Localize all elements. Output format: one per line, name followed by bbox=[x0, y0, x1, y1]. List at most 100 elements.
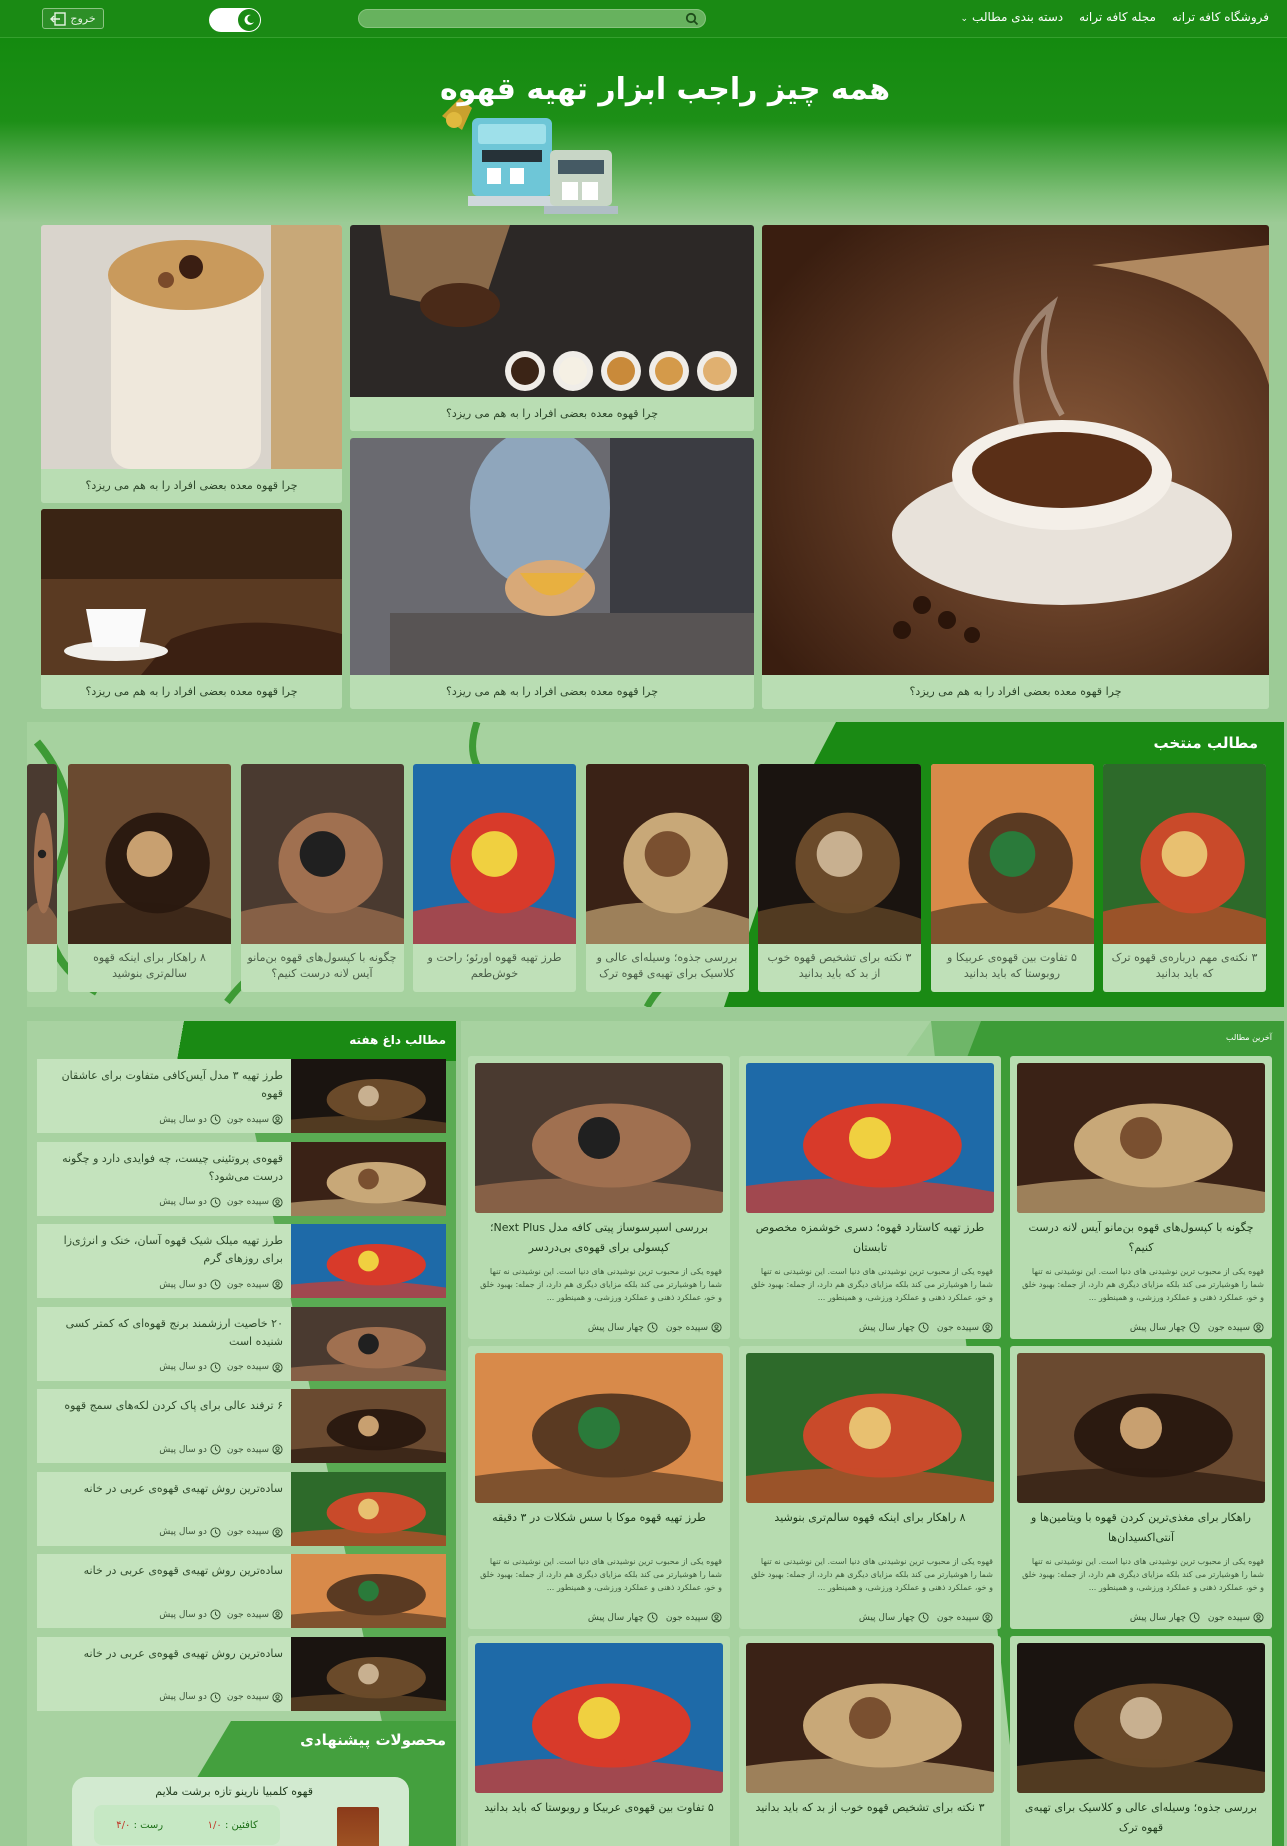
post-image bbox=[475, 1063, 723, 1213]
author-name: سپیده جون bbox=[936, 1612, 979, 1623]
post-card[interactable]: چگونه با کپسول‌های قهوه بن‌مانو آیس لانه… bbox=[1010, 1056, 1272, 1339]
post-card[interactable]: بررسی اسپرسوساز پیتی کافه مدل Next Plus؛… bbox=[468, 1056, 730, 1339]
caffeine-value: ۱/۰ bbox=[207, 1819, 222, 1831]
pick-card[interactable]: ۳ نکته برای تشخیص قهوه خوب از بد که باید… bbox=[758, 764, 921, 992]
editors-picks-section: مطالب منتخب ‹ ۳ نکته‌ی مهم درباره‌ی قهوه… bbox=[27, 722, 1284, 1007]
featured-tile[interactable]: چرا قهوه معده بعضی افراد را به هم می ریز… bbox=[350, 225, 754, 431]
post-excerpt: قهوه یکی از محبوب ترین نوشیدنی های دنیا … bbox=[480, 1267, 722, 1302]
post-title: ۵ تفاوت بین قهوه‌ی عربیکا و روبوستا که ب… bbox=[484, 1801, 714, 1814]
post-card[interactable]: طرز تهیه قهوه موکا با سس شکلات در ۳ دقیق… bbox=[468, 1346, 730, 1629]
weekly-item[interactable]: ۲۰ خاصیت ارزشمند برنج قهوه‌ای که کمتر کس… bbox=[37, 1306, 446, 1381]
featured-tile[interactable]: چرا قهوه معده بعضی افراد را به هم می ریز… bbox=[41, 225, 342, 503]
user-icon bbox=[272, 1279, 283, 1290]
weekly-item[interactable]: قهوه‌ی پروتئینی چیست، چه فوایدی دارد و چ… bbox=[37, 1141, 446, 1216]
post-time: چهار سال پیش bbox=[858, 1612, 915, 1623]
user-icon bbox=[711, 1322, 722, 1333]
post-time: دو سال پیش bbox=[159, 1114, 207, 1125]
weekly-image bbox=[291, 1306, 446, 1381]
post-title: چگونه با کپسول‌های قهوه بن‌مانو آیس لانه… bbox=[1028, 1221, 1254, 1254]
pick-image bbox=[27, 764, 57, 944]
product-card[interactable]: قهوه کلمبیا نارینو تازه برشت ملایم کافئی… bbox=[72, 1777, 409, 1846]
post-meta: سپیده جون چهار سال پیش bbox=[588, 1612, 722, 1623]
weekly-item-title: ۲۰ خاصیت ارزشمند برنج قهوه‌ای که کمتر کس… bbox=[65, 1316, 283, 1348]
clock-icon bbox=[210, 1196, 221, 1208]
featured-caption: چرا قهوه معده بعضی افراد را به هم می ریز… bbox=[350, 397, 754, 431]
author-name: سپیده جون bbox=[1207, 1612, 1250, 1623]
featured-tile[interactable]: چرا قهوه معده بعضی افراد را به هم می ریز… bbox=[350, 438, 754, 709]
post-card[interactable]: ۳ نکته برای تشخیص قهوه خوب از بد که باید… bbox=[739, 1636, 1001, 1846]
post-card[interactable]: طرز تهیه کاستارد قهوه؛ دسری خوشمزه مخصوص… bbox=[739, 1056, 1001, 1339]
caffeine-attr: کافئین : ۱/۰ bbox=[208, 1820, 258, 1831]
weekly-item[interactable]: طرز تهیه میلک شیک قهوه آسان، خنک و انرژی… bbox=[37, 1224, 446, 1298]
post-title: بررسی اسپرسوساز پیتی کافه مدل Next Plus؛… bbox=[489, 1221, 709, 1254]
featured-caption: چرا قهوه معده بعضی افراد را به هم می ریز… bbox=[350, 675, 754, 709]
pick-card[interactable]: چگونه با کپسول‌های قهوه بن‌مانو آیس لانه… bbox=[240, 764, 404, 992]
user-icon bbox=[982, 1612, 993, 1623]
clock-icon bbox=[210, 1609, 221, 1620]
pick-image bbox=[1103, 764, 1266, 944]
weekly-item-title: ۶ ترفند عالی برای پاک کردن لکه‌های سمج ق… bbox=[64, 1399, 283, 1412]
post-title: ۸ راهکار برای اینکه قهوه سالم‌تری بنوشید bbox=[774, 1511, 966, 1524]
weekly-item[interactable]: ساده‌ترین روش تهیه‌ی قهوه‌ی عربی در خانه… bbox=[37, 1471, 446, 1546]
author-name: سپیده جون bbox=[226, 1692, 269, 1702]
post-card[interactable]: ۵ تفاوت بین قهوه‌ی عربیکا و روبوستا که ب… bbox=[468, 1636, 730, 1846]
coffee-cup-image bbox=[762, 225, 1269, 675]
author-name: سپیده جون bbox=[226, 1444, 269, 1455]
post-image bbox=[746, 1643, 994, 1793]
woman-holding-cup-image bbox=[350, 438, 754, 675]
post-time: چهار سال پیش bbox=[858, 1322, 915, 1333]
post-card[interactable]: ۸ راهکار برای اینکه قهوه سالم‌تری بنوشید… bbox=[739, 1346, 1001, 1629]
search-icon[interactable] bbox=[685, 12, 699, 26]
recommended-products-section: محصولات پیشنهادی قهوه کلمبیا نارینو تازه… bbox=[27, 1721, 456, 1846]
weekly-image bbox=[291, 1471, 446, 1546]
post-time: دو سال پیش bbox=[159, 1692, 207, 1702]
pick-card-partial[interactable] bbox=[27, 764, 57, 992]
pick-card[interactable]: ۸ راهکار برای اینکه قهوه سالم‌تری بنوشید bbox=[68, 764, 231, 992]
product-package-image bbox=[337, 1807, 379, 1846]
nav-link-shop[interactable]: فروشگاه کافه ترانه bbox=[1172, 10, 1269, 24]
post-time: دو سال پیش bbox=[159, 1609, 207, 1620]
dark-mode-toggle[interactable] bbox=[209, 8, 261, 32]
user-icon bbox=[272, 1361, 283, 1373]
pick-image bbox=[585, 764, 749, 944]
post-image bbox=[746, 1063, 994, 1213]
product-attributes: کافئین : ۱/۰ رست : ۴/۰ bbox=[94, 1805, 280, 1845]
weekly-item-meta: سپیده جون دو سال پیش bbox=[159, 1114, 283, 1125]
weekly-image bbox=[291, 1389, 446, 1463]
nav-link-categories[interactable]: دسته بندی مطالب⌄ bbox=[961, 10, 1064, 24]
search-input[interactable] bbox=[359, 13, 705, 30]
weekly-item[interactable]: طرز تهیه ۳ مدل آیس‌کافی متفاوت برای عاشق… bbox=[37, 1059, 446, 1133]
user-icon bbox=[1253, 1322, 1264, 1333]
weekly-item[interactable]: ۶ ترفند عالی برای پاک کردن لکه‌های سمج ق… bbox=[37, 1389, 446, 1463]
user-icon bbox=[272, 1691, 283, 1703]
pick-title: ۸ راهکار برای اینکه قهوه سالم‌تری بنوشید bbox=[93, 951, 206, 980]
logout-button[interactable]: خروج bbox=[42, 8, 104, 29]
nav-link-categories-label: دسته بندی مطالب bbox=[972, 10, 1064, 24]
pick-title: چگونه با کپسول‌های قهوه بن‌مانو آیس لانه… bbox=[247, 951, 397, 980]
featured-tile[interactable]: چرا قهوه معده بعضی افراد را به هم می ریز… bbox=[41, 509, 342, 709]
featured-tile-large[interactable]: چرا قهوه معده بعضی افراد را به هم می ریز… bbox=[762, 225, 1269, 709]
weekly-item[interactable]: ساده‌ترین روش تهیه‌ی قهوه‌ی عربی در خانه… bbox=[37, 1554, 446, 1628]
weekly-item[interactable]: ساده‌ترین روش تهیه‌ی قهوه‌ی عربی در خانه… bbox=[37, 1636, 446, 1711]
post-card[interactable]: راهکار برای مغذی‌ترین کردن قهوه با ویتام… bbox=[1010, 1346, 1272, 1629]
pick-title: طرز تهیه قهوه اورئو؛ راحت و خوش‌طعم bbox=[427, 951, 562, 980]
post-card[interactable]: بررسی جذوه؛ وسیله‌ای عالی و کلاسیک برای … bbox=[1010, 1636, 1272, 1846]
roast-attr: رست : ۴/۰ bbox=[116, 1820, 163, 1831]
pick-card[interactable]: بررسی جذوه؛ وسیله‌ای عالی و کلاسیک برای … bbox=[585, 764, 749, 992]
pick-image bbox=[240, 764, 404, 944]
weekly-hot-section: مطالب داغ هفته طرز تهیه ۳ مدل آیس‌کافی م… bbox=[27, 1021, 456, 1721]
weekly-item-title: طرز تهیه ۳ مدل آیس‌کافی متفاوت برای عاشق… bbox=[61, 1069, 283, 1100]
user-icon bbox=[1253, 1612, 1264, 1623]
pick-card[interactable]: طرز تهیه قهوه اورئو؛ راحت و خوش‌طعم bbox=[413, 764, 576, 992]
pick-card[interactable]: ۵ تفاوت بین قهوه‌ی عربیکا و روبوستا که ب… bbox=[930, 764, 1094, 992]
hero-header: همه چیز راجب ابزار تهیه قهوه bbox=[0, 38, 1287, 223]
nav-link-magazine[interactable]: مجله کافه ترانه bbox=[1079, 10, 1156, 24]
weekly-image bbox=[291, 1224, 446, 1298]
pick-title: ۳ نکته‌ی مهم درباره‌ی قهوه ترک که باید ب… bbox=[1111, 951, 1258, 980]
clock-icon bbox=[210, 1691, 221, 1703]
weekly-item-title: ساده‌ترین روش تهیه‌ی قهوه‌ی عربی در خانه bbox=[83, 1646, 283, 1660]
featured-caption: چرا قهوه معده بعضی افراد را به هم می ریز… bbox=[41, 469, 342, 503]
weekly-item-meta: سپیده جون دو سال پیش bbox=[159, 1444, 283, 1455]
pick-card[interactable]: ۳ نکته‌ی مهم درباره‌ی قهوه ترک که باید ب… bbox=[1103, 764, 1266, 992]
caffeine-label: کافئین : bbox=[224, 1819, 258, 1831]
